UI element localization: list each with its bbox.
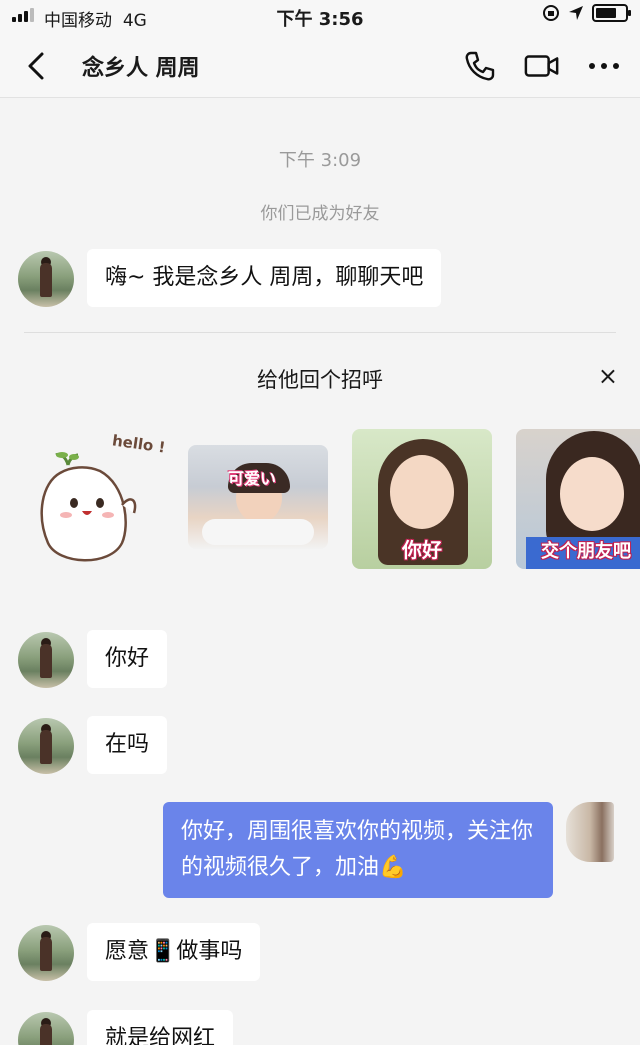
sticker-caption: 你好	[402, 538, 442, 562]
message-bubble[interactable]: 就是给网红	[87, 1010, 234, 1045]
message-bubble[interactable]: 在吗	[87, 716, 168, 774]
my-avatar[interactable]	[566, 802, 614, 862]
battery-icon	[592, 4, 631, 22]
greet-panel-title: 给他回个招呼	[257, 368, 383, 392]
contact-name: 念乡人 周周	[82, 56, 200, 81]
sticker-friend-girl[interactable]: 交个朋友吧	[516, 429, 640, 569]
divider	[24, 332, 616, 333]
status-bar: 中国移动 4G 下午 3:56	[0, 0, 640, 34]
contact-avatar[interactable]	[18, 251, 74, 307]
location-icon	[569, 6, 583, 20]
chat-timestamp: 下午 3:09	[278, 150, 362, 171]
contact-avatar[interactable]	[18, 632, 74, 688]
close-icon[interactable]: ×	[598, 364, 618, 388]
rotation-lock-icon	[543, 5, 559, 21]
more-icon[interactable]	[586, 48, 622, 84]
system-note: 你们已成为好友	[260, 204, 380, 224]
sticker-caption: 可爱い	[228, 469, 277, 488]
chat-header: 念乡人 周周	[0, 34, 640, 98]
video-call-icon[interactable]	[524, 48, 560, 84]
header-actions	[462, 48, 622, 84]
message-bubble[interactable]: 你好	[87, 630, 168, 688]
sticker-hello[interactable]: hello !	[30, 425, 170, 570]
contact-avatar[interactable]	[18, 925, 74, 981]
message-bubble[interactable]: 愿意📱做事吗	[87, 923, 261, 981]
contact-avatar[interactable]	[18, 1012, 74, 1045]
sticker-caption: 交个朋友吧	[541, 541, 631, 562]
phone-icon[interactable]	[462, 48, 498, 84]
back-arrow-icon[interactable]	[20, 48, 56, 84]
contact-avatar[interactable]	[18, 718, 74, 774]
my-message-bubble[interactable]: 你好，周围很喜欢你的视频，关注你的视频很久了，加油💪	[163, 802, 553, 898]
sticker-cute-kid[interactable]: 可爱い	[188, 445, 328, 549]
status-icons	[542, 4, 631, 22]
sticker-hello-girl[interactable]: 你好	[352, 429, 492, 569]
message-bubble[interactable]: 嗨~ 我是念乡人 周周，聊聊天吧	[87, 249, 442, 307]
